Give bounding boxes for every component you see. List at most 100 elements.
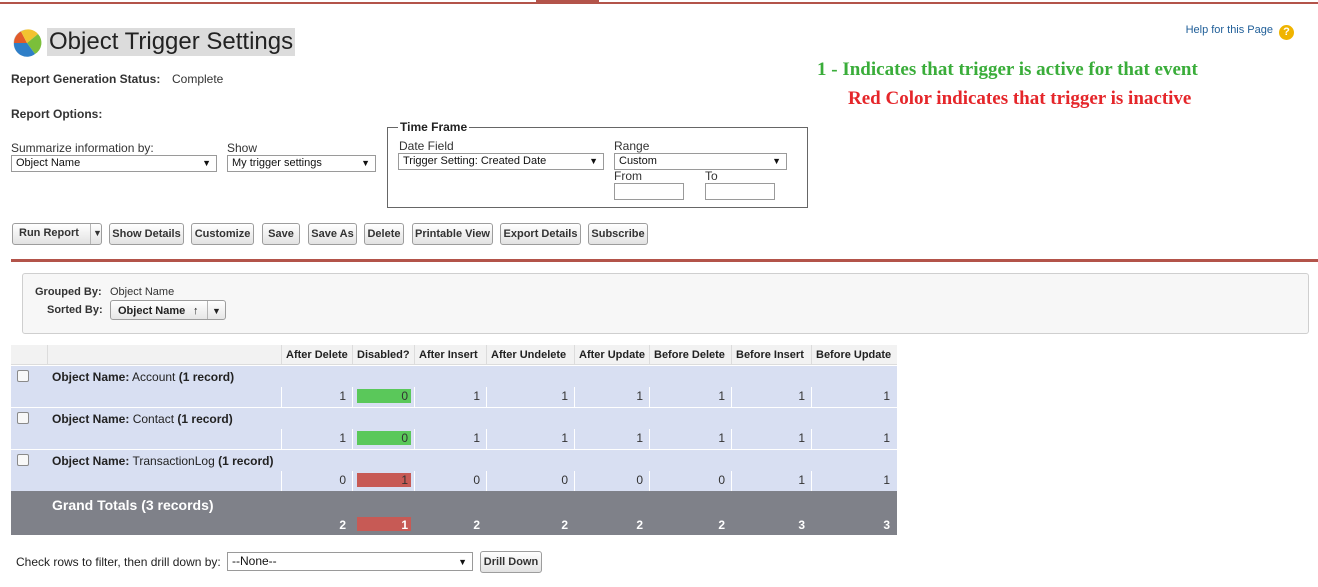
header-separator xyxy=(811,345,812,365)
cell-before-delete: 0 xyxy=(718,473,725,487)
cell-after-update: 0 xyxy=(636,473,643,487)
sorted-by-label: Sorted By: xyxy=(47,304,103,316)
range-label: Range xyxy=(614,139,650,153)
column-header-after-undelete[interactable]: After Undelete xyxy=(491,349,566,361)
cell-before-update: 1 xyxy=(883,431,890,445)
cell-after-undelete: 1 xyxy=(561,431,568,445)
column-header-before-update[interactable]: Before Update xyxy=(816,349,891,361)
note-inactive: Red Color indicates that trigger is inac… xyxy=(848,88,1192,109)
grand-total-after-update: 2 xyxy=(636,518,643,532)
header-separator xyxy=(352,345,353,365)
chevron-down-icon: ▼ xyxy=(361,158,370,168)
help-link-container[interactable]: Help for this Page? xyxy=(1186,24,1294,40)
date-field-label: Date Field xyxy=(399,139,454,153)
group-label: Object Name: TransactionLog (1 record) xyxy=(52,454,273,468)
active-tab-indicator xyxy=(536,0,599,4)
cell-after-undelete: 1 xyxy=(561,389,568,403)
run-report-button[interactable]: Run Report xyxy=(19,227,79,239)
save-as-button[interactable]: Save As xyxy=(308,223,357,245)
grouped-by-label: Grouped By: xyxy=(35,286,102,298)
group-object-name: Account xyxy=(132,370,176,384)
row-checkbox[interactable] xyxy=(17,370,29,382)
chevron-down-icon: ▼ xyxy=(458,557,467,567)
show-details-button[interactable]: Show Details xyxy=(109,223,184,245)
chevron-down-icon[interactable]: ▼ xyxy=(212,302,221,320)
cell-before-insert: 1 xyxy=(798,389,805,403)
column-header-after-delete[interactable]: After Delete xyxy=(286,349,348,361)
chevron-down-icon: ▼ xyxy=(202,158,211,168)
header-separator xyxy=(414,345,415,365)
group-record-count: (1 record) xyxy=(177,412,233,426)
grand-totals-label: Grand Totals (3 records) xyxy=(52,497,214,513)
show-select-value: My trigger settings xyxy=(232,157,322,169)
subscribe-button[interactable]: Subscribe xyxy=(588,223,648,245)
grand-total-after-delete: 2 xyxy=(339,518,346,532)
export-details-button[interactable]: Export Details xyxy=(500,223,581,245)
help-link[interactable]: Help for this Page xyxy=(1186,24,1273,36)
header-separator xyxy=(47,345,48,365)
cell-after-delete: 1 xyxy=(339,431,346,445)
cell-after-insert: 0 xyxy=(473,473,480,487)
row-checkbox[interactable] xyxy=(17,412,29,424)
grand-total-after-undelete: 2 xyxy=(561,518,568,532)
header-separator xyxy=(731,345,732,365)
cell-after-insert: 1 xyxy=(473,431,480,445)
sorted-by-value: Object Name xyxy=(118,305,186,317)
range-value: Custom xyxy=(619,155,657,167)
grouped-by-value: Object Name xyxy=(110,286,175,298)
drill-down-label: Check rows to filter, then drill down by… xyxy=(16,555,221,569)
run-report-menu-chevron-icon[interactable]: ▼ xyxy=(93,228,102,238)
reports-logo-icon xyxy=(13,29,42,57)
column-header-disabled[interactable]: Disabled? xyxy=(357,349,410,361)
cell-before-insert: 1 xyxy=(798,473,805,487)
time-frame-legend: Time Frame xyxy=(398,120,470,134)
cell-disabled: 0 xyxy=(401,389,408,403)
grand-total-before-insert: 3 xyxy=(798,518,805,532)
column-header-after-update[interactable]: After Update xyxy=(579,349,645,361)
range-select[interactable]: Custom ▼ xyxy=(614,153,787,170)
column-header-after-insert[interactable]: After Insert xyxy=(419,349,478,361)
cell-after-update: 1 xyxy=(636,431,643,445)
header-separator xyxy=(649,345,650,365)
question-icon[interactable]: ? xyxy=(1279,25,1294,40)
header-separator xyxy=(281,345,282,365)
save-button[interactable]: Save xyxy=(262,223,300,245)
cell-after-update: 1 xyxy=(636,389,643,403)
to-label: To xyxy=(705,169,718,183)
drill-down-button[interactable]: Drill Down xyxy=(480,551,542,573)
row-checkbox[interactable] xyxy=(17,454,29,466)
section-divider xyxy=(11,259,1318,262)
cell-disabled: 0 xyxy=(401,431,408,445)
group-object-name: TransactionLog xyxy=(132,454,215,468)
printable-view-button[interactable]: Printable View xyxy=(412,223,493,245)
show-select[interactable]: My trigger settings ▼ xyxy=(227,155,376,172)
cell-before-delete: 1 xyxy=(718,431,725,445)
date-field-select[interactable]: Trigger Setting: Created Date ▼ xyxy=(398,153,604,170)
show-label: Show xyxy=(227,141,258,155)
drill-down-select[interactable]: --None-- ▼ xyxy=(227,552,473,571)
sorted-by-select[interactable]: Object Name ↑ ▼ xyxy=(110,300,226,320)
date-field-value: Trigger Setting: Created Date xyxy=(403,155,547,167)
from-date-input[interactable] xyxy=(614,183,684,200)
cell-before-delete: 1 xyxy=(718,389,725,403)
to-date-input[interactable] xyxy=(705,183,775,200)
delete-button[interactable]: Delete xyxy=(364,223,404,245)
column-header-before-insert[interactable]: Before Insert xyxy=(736,349,804,361)
header-separator xyxy=(486,345,487,365)
cell-disabled: 1 xyxy=(401,473,408,487)
column-header-before-delete[interactable]: Before Delete xyxy=(654,349,725,361)
top-border xyxy=(0,2,1318,4)
grand-total-after-insert: 2 xyxy=(473,518,480,532)
split-divider xyxy=(207,301,208,319)
summarize-select[interactable]: Object Name ▼ xyxy=(11,155,217,172)
customize-button[interactable]: Customize xyxy=(191,223,254,245)
group-label-prefix: Object Name: xyxy=(52,454,130,468)
header-separator xyxy=(574,345,575,365)
cell-after-insert: 1 xyxy=(473,389,480,403)
page-title: Object Trigger Settings xyxy=(47,28,296,56)
group-record-count: (1 record) xyxy=(218,454,274,468)
sort-ascending-icon[interactable]: ↑ xyxy=(193,302,199,320)
cell-after-delete: 0 xyxy=(339,473,346,487)
cell-before-insert: 1 xyxy=(798,431,805,445)
from-label: From xyxy=(614,169,642,183)
